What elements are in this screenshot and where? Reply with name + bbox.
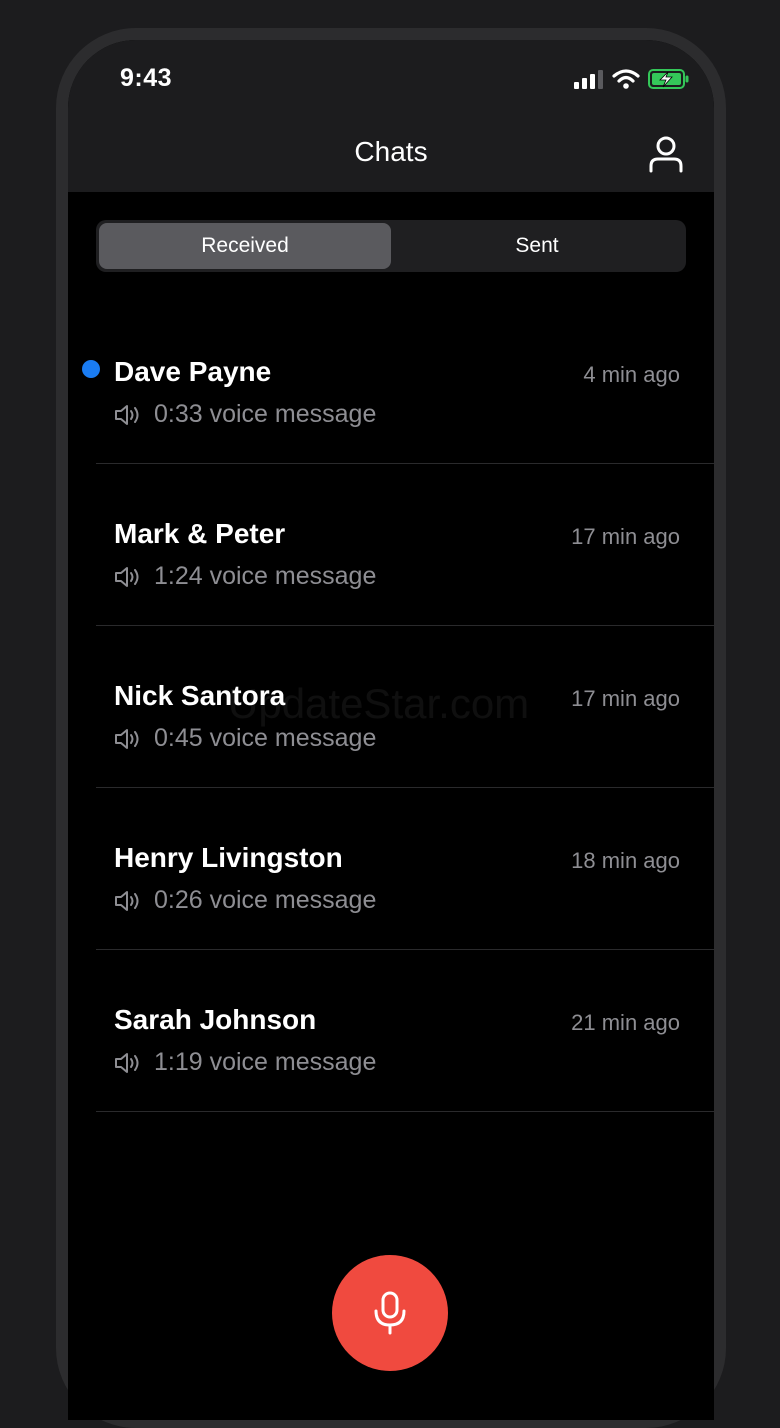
person-icon (649, 136, 683, 173)
chat-list: Dave Payne 4 min ago 0:33 voice message … (82, 302, 714, 1112)
chat-name: Henry Livingston (114, 842, 343, 873)
chat-time: 17 min ago (571, 524, 680, 549)
record-voice-button[interactable] (332, 1255, 448, 1371)
chat-message-preview: 0:33 voice message (114, 400, 376, 429)
chat-filter-tabs: Received Sent (96, 220, 686, 272)
chat-name: Sarah Johnson (114, 1004, 317, 1035)
profile-button[interactable] (644, 132, 688, 176)
battery-charging-icon (648, 69, 689, 89)
chat-name: Dave Payne (114, 356, 272, 387)
speaker-icon (115, 566, 139, 587)
unread-indicator (82, 360, 100, 378)
chat-row-dave-payne[interactable]: Dave Payne 4 min ago 0:33 voice message (82, 302, 714, 464)
chat-message: 0:45 voice message (154, 724, 377, 752)
chat-time: 17 min ago (571, 686, 680, 711)
chat-message-preview: 0:45 voice message (114, 724, 376, 753)
chat-row-henry-livingston[interactable]: Henry Livingston 18 min ago 0:26 voice m… (96, 788, 714, 950)
chat-name: Mark & Peter (114, 518, 286, 549)
wifi-icon (612, 69, 640, 89)
tab-received[interactable]: Received (99, 223, 391, 269)
chat-time: 4 min ago (583, 362, 680, 387)
speaker-icon (115, 728, 139, 749)
speaker-icon (115, 890, 139, 911)
chat-name: Nick Santora (114, 680, 286, 711)
chat-time: 21 min ago (571, 1010, 680, 1035)
status-icons (574, 68, 690, 90)
chat-message-preview: 0:26 voice message (114, 886, 376, 915)
tab-sent[interactable]: Sent (391, 223, 683, 269)
chat-message: 1:19 voice message (154, 1048, 377, 1076)
speaker-icon (115, 1052, 139, 1073)
app-screen: 9:43 Chats Received Sent Dave Payne 4 mi… (68, 40, 714, 1420)
chat-row-nick-santora[interactable]: Nick Santora 17 min ago 0:45 voice messa… (96, 626, 714, 788)
chat-message-preview: 1:24 voice message (114, 562, 376, 591)
phone-frame: 9:43 Chats Received Sent Dave Payne 4 mi… (56, 28, 726, 1428)
chat-message-preview: 1:19 voice message (114, 1048, 376, 1077)
chat-row-mark-peter[interactable]: Mark & Peter 17 min ago 1:24 voice messa… (96, 464, 714, 626)
page-title: Chats (354, 136, 428, 167)
status-time: 9:43 (120, 64, 173, 92)
speaker-icon (115, 404, 139, 425)
cellular-signal-icon (574, 70, 603, 89)
chat-time: 18 min ago (571, 848, 680, 873)
chat-message: 0:33 voice message (154, 400, 377, 428)
top-bar: 9:43 Chats (68, 40, 714, 192)
chat-message: 1:24 voice message (154, 562, 377, 590)
chat-message: 0:26 voice message (154, 886, 377, 914)
chat-row-sarah-johnson[interactable]: Sarah Johnson 21 min ago 1:19 voice mess… (96, 950, 714, 1112)
microphone-icon (374, 1291, 406, 1335)
